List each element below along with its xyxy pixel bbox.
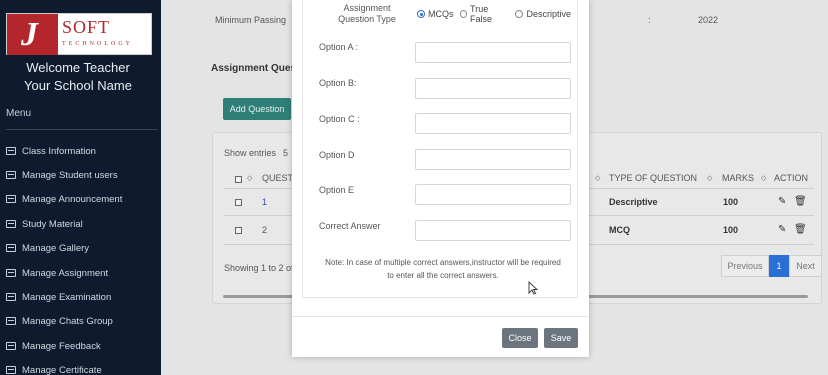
option-e-input[interactable] (415, 184, 571, 205)
menu-label: Menu (6, 108, 32, 119)
list-icon (6, 147, 16, 155)
list-icon (6, 171, 16, 179)
sidebar-item-manage-examination[interactable]: Manage Examination (6, 286, 161, 308)
edit-icon[interactable]: ✎ (778, 196, 786, 207)
correct-answer-input[interactable] (415, 220, 571, 241)
table-row-type: Descriptive (609, 197, 658, 207)
delete-icon[interactable]: 🗑 (794, 196, 807, 207)
table-row-number[interactable]: 1 (262, 197, 267, 207)
modal-footer-divider (292, 316, 589, 317)
list-icon (6, 220, 16, 228)
add-question-modal: Assignment Question Type MCQs True False… (292, 0, 589, 357)
list-icon (6, 293, 16, 301)
radio-mcqs[interactable]: MCQs (417, 9, 454, 19)
mouse-cursor-icon (528, 281, 538, 295)
list-icon (6, 317, 16, 325)
multiple-answers-note: Note: In case of multiple correct answer… (325, 258, 561, 280)
sidebar-item-manage-assignment[interactable]: Manage Assignment (6, 262, 161, 284)
showing-entries-text: Showing 1 to 2 of (224, 263, 294, 273)
table-row-type: MCQ (609, 225, 630, 235)
add-question-button[interactable]: Add Question (223, 98, 291, 120)
sidebar-item-manage-certificate[interactable]: Manage Certificate (6, 359, 161, 375)
delete-icon[interactable]: 🗑 (794, 224, 807, 235)
sidebar-item-manage-student-users[interactable]: Manage Student users (6, 164, 161, 186)
sort-icon[interactable]: ◇ (247, 174, 252, 182)
row-checkbox[interactable] (235, 227, 242, 234)
option-a-input[interactable] (415, 42, 571, 63)
table-row-number[interactable]: 2 (262, 225, 267, 235)
table-row-marks: 100 (723, 225, 739, 235)
colon-separator: : (648, 15, 651, 25)
sidebar-item-study-material[interactable]: Study Material (6, 213, 161, 235)
column-header-action: ACTION (774, 173, 809, 183)
brand-logo: J SOFT TECHNOLOGY (6, 13, 152, 55)
sidebar-item-manage-gallery[interactable]: Manage Gallery (6, 237, 161, 259)
list-icon (6, 244, 16, 252)
question-type-label: Assignment Question Type (338, 3, 396, 24)
welcome-text: Welcome Teacher (26, 60, 130, 75)
sort-icon[interactable]: ◇ (707, 174, 712, 182)
pagination-page-1[interactable]: 1 (769, 255, 789, 277)
sidebar-item-manage-announcement[interactable]: Manage Announcement (6, 188, 161, 210)
close-button[interactable]: Close (502, 328, 538, 348)
column-header-type[interactable]: TYPE OF QUESTION (609, 173, 697, 183)
column-header-marks[interactable]: MARKS (722, 173, 754, 183)
entries-select[interactable]: 5 (283, 148, 288, 158)
list-icon (6, 366, 16, 374)
row-checkbox[interactable] (235, 199, 242, 206)
radio-selected-icon (417, 10, 425, 18)
sidebar-item-manage-feedback[interactable]: Manage Feedback (6, 335, 161, 357)
option-e-label: Option E (319, 185, 355, 195)
school-name: Your School Name (24, 78, 132, 93)
option-d-label: Option D (319, 150, 355, 160)
radio-icon (515, 10, 524, 18)
list-icon (6, 195, 16, 203)
sidebar-item-class-information[interactable]: Class Information (6, 140, 161, 162)
column-header-question[interactable]: QUESTI (262, 173, 296, 183)
option-a-label: Option A : (319, 42, 359, 52)
option-d-input[interactable] (415, 149, 571, 170)
minimum-passing-label: Minimum Passing (215, 15, 287, 25)
sidebar-item-manage-chats-group[interactable]: Manage Chats Group (6, 310, 161, 332)
year-value: 2022 (698, 15, 719, 25)
option-c-input[interactable] (415, 113, 571, 134)
sort-icon[interactable]: ◇ (595, 174, 600, 182)
show-entries-label: Show entries (224, 148, 277, 158)
list-icon (6, 342, 16, 350)
question-type-radio-group: MCQs True False Descriptive (417, 4, 577, 24)
radio-true-false[interactable]: True False (459, 4, 510, 24)
option-b-input[interactable] (415, 78, 571, 99)
select-all-checkbox[interactable] (235, 176, 242, 183)
pagination-next[interactable]: Next (789, 255, 822, 277)
list-icon (6, 269, 16, 277)
pagination-previous[interactable]: Previous (721, 255, 769, 277)
section-title: Assignment Ques (211, 63, 297, 74)
option-c-label: Option C : (319, 114, 360, 124)
save-button[interactable]: Save (544, 328, 578, 348)
sidebar: J SOFT TECHNOLOGY Welcome Teacher Your S… (0, 0, 161, 375)
table-row-marks: 100 (723, 197, 739, 207)
modal-form-panel: Assignment Question Type MCQs True False… (302, 0, 578, 298)
radio-descriptive[interactable]: Descriptive (515, 9, 571, 19)
radio-icon (459, 10, 468, 18)
option-b-label: Option B: (319, 78, 357, 88)
menu-divider (6, 129, 158, 130)
edit-icon[interactable]: ✎ (778, 224, 786, 235)
sort-icon[interactable]: ◇ (761, 174, 766, 182)
correct-answer-label: Correct Answer (319, 221, 381, 231)
